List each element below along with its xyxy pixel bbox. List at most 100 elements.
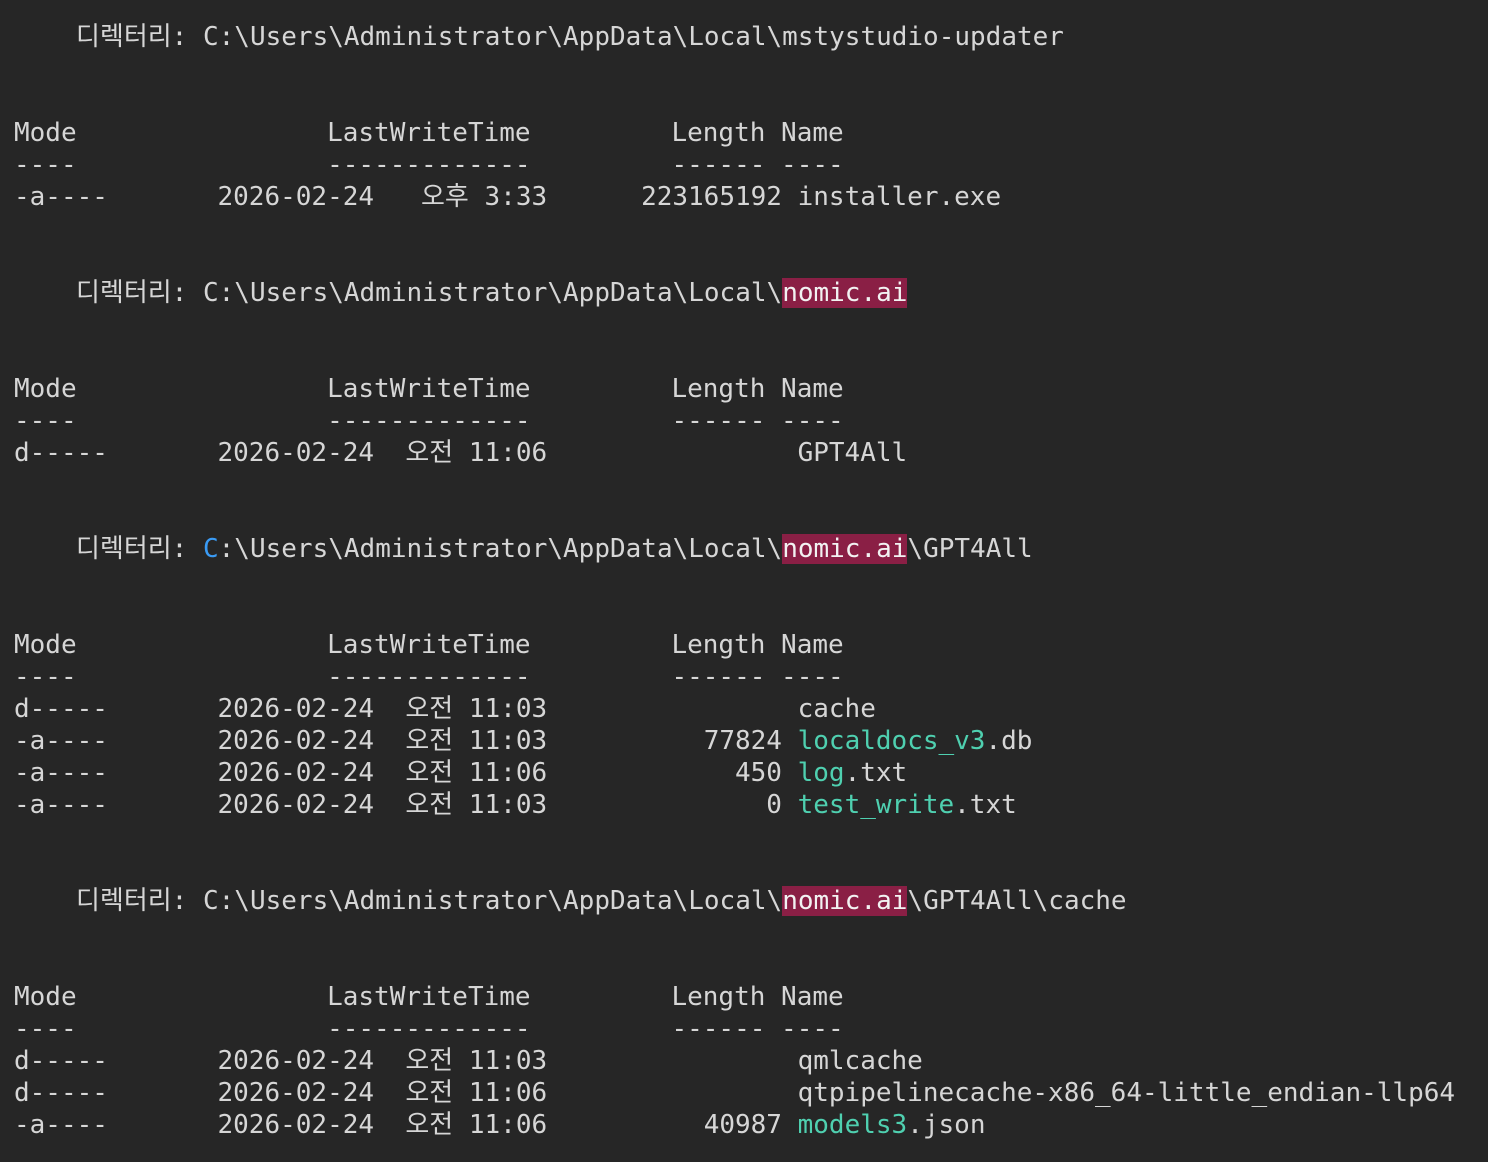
directory-path-tail: \GPT4All\cache bbox=[907, 886, 1127, 916]
row-date: 2026-02-24 bbox=[217, 1110, 375, 1140]
directory-path: :\Users\Administrator\AppData\Local\ bbox=[218, 534, 783, 564]
header-name: Name bbox=[781, 118, 844, 148]
file-row: d----- 2026-02-24 오전 11:06 qtpipelinecac… bbox=[14, 1077, 1455, 1109]
row-mode: d----- bbox=[14, 438, 108, 468]
separator-lastwritetime: ------------- bbox=[327, 1014, 531, 1044]
header-mode: Mode bbox=[14, 630, 77, 660]
separator-name: ---- bbox=[781, 1014, 844, 1044]
column-separators: ---- ------------- ------ ---- bbox=[14, 661, 844, 693]
separator-name: ---- bbox=[781, 406, 844, 436]
row-ampm: 오전 bbox=[405, 790, 454, 820]
column-headers: Mode LastWriteTime Length Name bbox=[14, 373, 844, 405]
row-ampm: 오전 bbox=[405, 438, 454, 468]
row-mode: -a---- bbox=[14, 182, 108, 212]
drive-letter: C bbox=[203, 534, 219, 564]
row-mode: -a---- bbox=[14, 790, 108, 820]
row-time: 3:33 bbox=[468, 182, 548, 212]
row-length: 0 bbox=[766, 790, 782, 820]
directory-line: 디렉터리: C:\Users\Administrator\AppData\Loc… bbox=[76, 885, 1127, 917]
row-name-stem: test_write bbox=[797, 790, 955, 820]
directory-path: C:\Users\Administrator\AppData\Local\ bbox=[203, 886, 783, 916]
row-time: 11:03 bbox=[468, 694, 548, 724]
file-row: -a---- 2026-02-24 오전 11:06 40987 models3… bbox=[14, 1109, 985, 1141]
row-date: 2026-02-24 bbox=[217, 694, 375, 724]
separator-mode: ---- bbox=[14, 150, 77, 180]
row-time: 11:03 bbox=[468, 726, 548, 756]
row-name-stem: log bbox=[797, 758, 845, 788]
search-highlight: nomic.ai bbox=[782, 886, 908, 916]
header-lastwritetime: LastWriteTime bbox=[327, 118, 531, 148]
row-ampm: 오전 bbox=[405, 1110, 454, 1140]
separator-length: ------ bbox=[671, 406, 766, 436]
row-time: 11:03 bbox=[468, 1046, 548, 1076]
separator-name: ---- bbox=[781, 150, 844, 180]
row-name: qmlcache bbox=[797, 1046, 923, 1076]
row-name: cache bbox=[797, 694, 876, 724]
header-name: Name bbox=[781, 374, 844, 404]
row-length: 40987 bbox=[703, 1110, 782, 1140]
separator-lastwritetime: ------------- bbox=[327, 150, 531, 180]
file-row: -a---- 2026-02-24 오전 11:06 450 log.txt bbox=[14, 757, 907, 789]
directory-line: 디렉터리: C:\Users\Administrator\AppData\Loc… bbox=[76, 21, 1064, 53]
header-length: Length bbox=[671, 982, 766, 1012]
file-row: -a---- 2026-02-24 오후 3:33 223165192 inst… bbox=[14, 181, 1001, 213]
row-name-ext: .json bbox=[907, 1110, 986, 1140]
directory-label: 디렉터리: bbox=[76, 278, 188, 308]
separator-lastwritetime: ------------- bbox=[327, 662, 531, 692]
column-separators: ---- ------------- ------ ---- bbox=[14, 1013, 844, 1045]
row-length: 77824 bbox=[703, 726, 782, 756]
row-date: 2026-02-24 bbox=[217, 438, 375, 468]
row-name: GPT4All bbox=[797, 438, 908, 468]
column-headers: Mode LastWriteTime Length Name bbox=[14, 117, 844, 149]
row-ampm: 오전 bbox=[405, 1046, 454, 1076]
directory-line: 디렉터리: C:\Users\Administrator\AppData\Loc… bbox=[76, 277, 908, 309]
row-name-ext: .txt bbox=[844, 758, 908, 788]
row-time: 11:06 bbox=[468, 1110, 548, 1140]
directory-path-tail: \GPT4All bbox=[907, 534, 1033, 564]
header-length: Length bbox=[671, 630, 766, 660]
header-lastwritetime: LastWriteTime bbox=[327, 374, 531, 404]
header-mode: Mode bbox=[14, 374, 77, 404]
row-ampm: 오전 bbox=[405, 694, 454, 724]
row-date: 2026-02-24 bbox=[217, 726, 375, 756]
row-date: 2026-02-24 bbox=[217, 182, 375, 212]
separator-lastwritetime: ------------- bbox=[327, 406, 531, 436]
directory-line: 디렉터리: C:\Users\Administrator\AppData\Loc… bbox=[76, 533, 1033, 565]
row-mode: -a---- bbox=[14, 1110, 108, 1140]
column-separators: ---- ------------- ------ ---- bbox=[14, 405, 844, 437]
search-highlight: nomic.ai bbox=[782, 278, 908, 308]
header-lastwritetime: LastWriteTime bbox=[327, 982, 531, 1012]
row-ampm: 오전 bbox=[405, 726, 454, 756]
row-mode: d----- bbox=[14, 694, 108, 724]
row-length: 450 bbox=[734, 758, 782, 788]
row-ampm: 오전 bbox=[405, 1078, 454, 1108]
row-time: 11:06 bbox=[468, 1078, 548, 1108]
file-row: -a---- 2026-02-24 오전 11:03 77824 localdo… bbox=[14, 725, 1032, 757]
directory-label: 디렉터리: bbox=[76, 886, 188, 916]
header-length: Length bbox=[671, 118, 766, 148]
file-row: -a---- 2026-02-24 오전 11:03 0 test_write.… bbox=[14, 789, 1017, 821]
row-date: 2026-02-24 bbox=[217, 1078, 375, 1108]
row-date: 2026-02-24 bbox=[217, 790, 375, 820]
row-length: 223165192 bbox=[641, 182, 782, 212]
separator-mode: ---- bbox=[14, 1014, 77, 1044]
row-time: 11:06 bbox=[468, 438, 548, 468]
directory-label: 디렉터리: bbox=[76, 534, 188, 564]
row-name-stem: localdocs_v3 bbox=[797, 726, 986, 756]
row-mode: d----- bbox=[14, 1078, 108, 1108]
header-mode: Mode bbox=[14, 982, 77, 1012]
file-row: d----- 2026-02-24 오전 11:03 qmlcache bbox=[14, 1045, 923, 1077]
row-date: 2026-02-24 bbox=[217, 758, 375, 788]
separator-length: ------ bbox=[671, 150, 766, 180]
file-row: d----- 2026-02-24 오전 11:06 GPT4All bbox=[14, 437, 907, 469]
row-ampm: 오후 bbox=[421, 182, 469, 212]
row-mode: d----- bbox=[14, 1046, 108, 1076]
separator-mode: ---- bbox=[14, 406, 77, 436]
row-name: installer.exe bbox=[797, 182, 1002, 212]
header-length: Length bbox=[671, 374, 766, 404]
separator-length: ------ bbox=[671, 1014, 766, 1044]
search-highlight: nomic.ai bbox=[782, 534, 908, 564]
row-name-stem: models3 bbox=[797, 1110, 908, 1140]
header-lastwritetime: LastWriteTime bbox=[327, 630, 531, 660]
row-name: qtpipelinecache-x86_64-little_endian-llp… bbox=[797, 1078, 1456, 1108]
